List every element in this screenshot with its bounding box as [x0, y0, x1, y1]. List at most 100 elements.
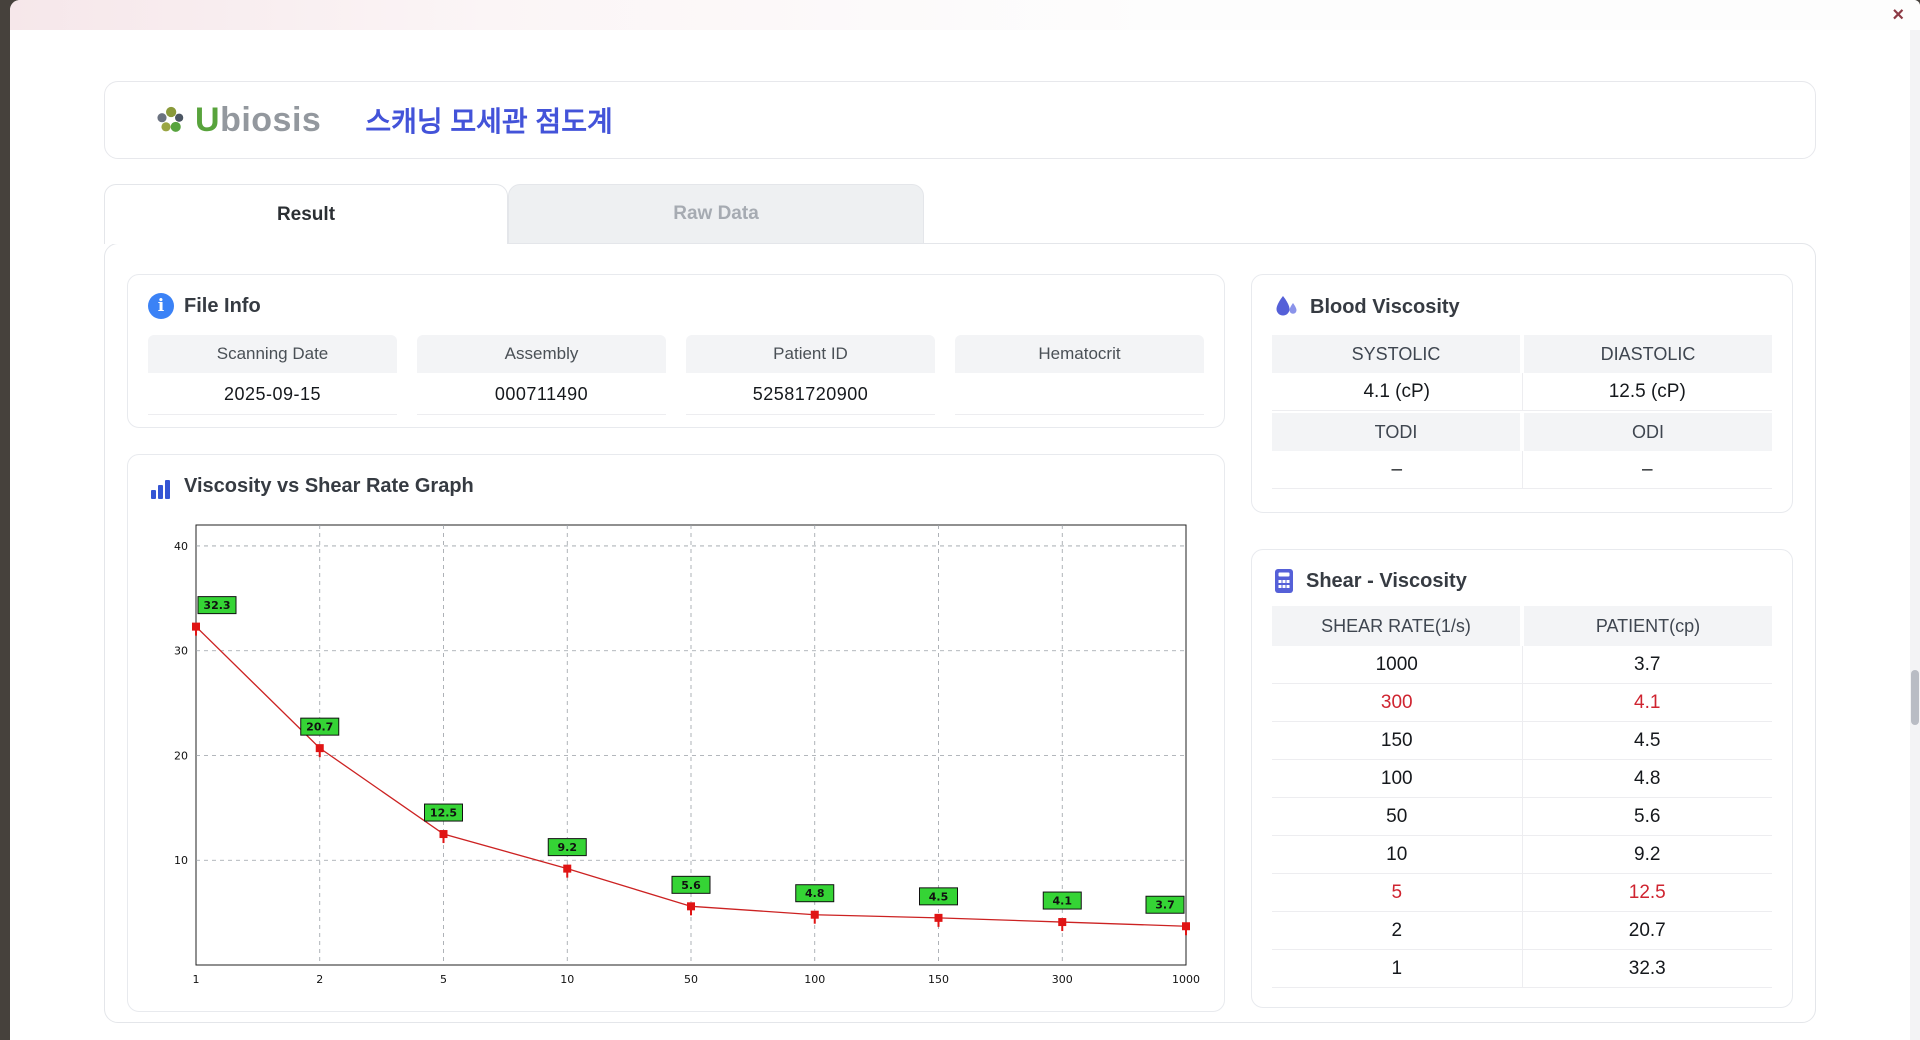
- svg-text:1000: 1000: [1172, 973, 1200, 986]
- graph-title: Viscosity vs Shear Rate Graph: [184, 474, 474, 497]
- bv-value: 12.5 (cP): [1522, 373, 1772, 411]
- bar-chart-icon: [148, 469, 174, 503]
- table-row: 2 20.7: [1272, 912, 1772, 950]
- field-label: Scanning Date: [148, 335, 397, 373]
- shear-rate-cell: 300: [1272, 684, 1523, 722]
- svg-text:5: 5: [440, 973, 447, 986]
- brand-name: Ubiosis: [195, 101, 321, 140]
- shear-rate-cell: 50: [1272, 798, 1523, 836]
- title-bar: ×: [10, 0, 1920, 30]
- table-body: 1000 3.7 300 4.1 150 4.5 100 4.8 50 5.6 …: [1272, 646, 1772, 988]
- right-column: Blood Viscosity SYSTOLIC DIASTOLIC 4.1 (…: [1251, 274, 1793, 1010]
- patient-cell: 4.1: [1522, 684, 1772, 722]
- table-row: 1 32.3: [1272, 950, 1772, 988]
- tab-result[interactable]: Result: [104, 184, 508, 244]
- shear-viscosity-header: Shear - Viscosity: [1272, 568, 1772, 594]
- droplet-icon: [1272, 293, 1300, 321]
- svg-text:20: 20: [174, 749, 188, 762]
- field-value: 000711490: [417, 373, 666, 415]
- blood-viscosity-title: Blood Viscosity: [1310, 295, 1460, 318]
- shear-rate-cell: 100: [1272, 760, 1523, 798]
- patient-cell: 32.3: [1522, 950, 1772, 988]
- field-label: Hematocrit: [955, 335, 1204, 373]
- app-window: × Ubiosis 스캐닝 모세관 점도계 ResultRaw Data i: [10, 0, 1920, 1040]
- table-row: 50 5.6: [1272, 798, 1772, 836]
- field-value: [955, 373, 1204, 415]
- svg-text:4.1: 4.1: [1053, 895, 1073, 908]
- svg-text:100: 100: [804, 973, 825, 986]
- blood-viscosity-header: Blood Viscosity: [1272, 293, 1772, 321]
- shear-rate-cell: 150: [1272, 722, 1523, 760]
- shear-viscosity-table: SHEAR RATE(1/s) PATIENT(cp) 1000 3.7 300…: [1272, 606, 1772, 988]
- file-info-field: Hematocrit: [955, 335, 1204, 415]
- svg-text:10: 10: [174, 854, 188, 867]
- field-label: Patient ID: [686, 335, 935, 373]
- shear-rate-cell: 2: [1272, 912, 1523, 950]
- svg-text:5.6: 5.6: [681, 879, 701, 892]
- viscosity-chart: 10 20 30 40 1 2 5 10 50 100 150 300 1000 32.3 20.7 12.5…: [174, 524, 1200, 986]
- svg-text:50: 50: [684, 973, 698, 986]
- patient-cell: 3.7: [1522, 646, 1772, 684]
- graph-panel: Viscosity vs Shear Rate Graph 10 20 30 40 1 2…: [127, 454, 1225, 1012]
- bv-label: ODI: [1524, 413, 1772, 451]
- shear-rate-cell: 10: [1272, 836, 1523, 874]
- svg-text:9.2: 9.2: [558, 841, 578, 854]
- svg-text:30: 30: [174, 645, 188, 658]
- close-icon[interactable]: ×: [1892, 5, 1904, 25]
- field-label: Assembly: [417, 335, 666, 373]
- patient-cell: 9.2: [1522, 836, 1772, 874]
- field-value: 2025-09-15: [148, 373, 397, 415]
- field-value: 52581720900: [686, 373, 935, 415]
- shear-rate-cell: 1: [1272, 950, 1523, 988]
- blood-viscosity-panel: Blood Viscosity SYSTOLIC DIASTOLIC 4.1 (…: [1251, 274, 1793, 513]
- bv-label: TODI: [1272, 413, 1520, 451]
- table-row: 10 9.2: [1272, 836, 1772, 874]
- bv-value: –: [1522, 451, 1772, 489]
- svg-text:12.5: 12.5: [430, 807, 457, 820]
- file-info-field: Assembly 000711490: [417, 335, 666, 415]
- table-row: 100 4.8: [1272, 760, 1772, 798]
- svg-text:2: 2: [316, 973, 323, 986]
- scrollbar[interactable]: [1910, 30, 1920, 1040]
- bv-value: 4.1 (cP): [1272, 373, 1523, 411]
- bv-label: DIASTOLIC: [1524, 335, 1772, 373]
- tab-raw-data[interactable]: Raw Data: [508, 184, 924, 244]
- patient-column-header: PATIENT(cp): [1524, 606, 1772, 646]
- blood-viscosity-grid: SYSTOLIC DIASTOLIC 4.1 (cP) 12.5 (cP) TO…: [1272, 335, 1772, 489]
- brand-logo: Ubiosis: [153, 101, 321, 140]
- bv-header-row: SYSTOLIC DIASTOLIC: [1272, 335, 1772, 373]
- svg-text:3.7: 3.7: [1155, 899, 1175, 912]
- shear-rate-column-header: SHEAR RATE(1/s): [1272, 606, 1520, 646]
- patient-cell: 5.6: [1522, 798, 1772, 836]
- patient-cell: 20.7: [1522, 912, 1772, 950]
- left-column: i File Info Scanning Date 2025-09-15 Ass…: [127, 274, 1225, 1012]
- bv-header-row: TODI ODI: [1272, 413, 1772, 451]
- table-row: 300 4.1: [1272, 684, 1772, 722]
- shear-viscosity-panel: Shear - Viscosity SHEAR RATE(1/s) PATIEN…: [1251, 549, 1793, 1008]
- brand-name-first: U: [195, 100, 221, 139]
- app-header: Ubiosis 스캐닝 모세관 점도계: [104, 81, 1816, 159]
- tab-bar: Result Raw Data: [104, 184, 1920, 244]
- svg-text:150: 150: [928, 973, 949, 986]
- scrollbar-thumb[interactable]: [1911, 670, 1919, 725]
- svg-text:20.7: 20.7: [306, 721, 333, 734]
- patient-cell: 4.8: [1522, 760, 1772, 798]
- info-icon: i: [148, 293, 174, 319]
- svg-text:32.3: 32.3: [203, 599, 230, 612]
- shear-viscosity-title: Shear - Viscosity: [1306, 569, 1467, 592]
- table-row: 150 4.5: [1272, 722, 1772, 760]
- patient-cell: 4.5: [1522, 722, 1772, 760]
- tab-content: i File Info Scanning Date 2025-09-15 Ass…: [104, 243, 1816, 1023]
- calculator-icon: [1272, 568, 1296, 594]
- shear-rate-cell: 5: [1272, 874, 1523, 912]
- bv-value-row: 4.1 (cP) 12.5 (cP): [1272, 373, 1772, 411]
- table-row: 5 12.5: [1272, 874, 1772, 912]
- file-info-header: i File Info: [148, 293, 1204, 319]
- svg-text:40: 40: [174, 540, 188, 553]
- svg-text:300: 300: [1052, 973, 1073, 986]
- bv-value-row: – –: [1272, 451, 1772, 489]
- shear-rate-cell: 1000: [1272, 646, 1523, 684]
- table-row: 1000 3.7: [1272, 646, 1772, 684]
- bv-label: SYSTOLIC: [1272, 335, 1520, 373]
- file-info-panel: i File Info Scanning Date 2025-09-15 Ass…: [127, 274, 1225, 428]
